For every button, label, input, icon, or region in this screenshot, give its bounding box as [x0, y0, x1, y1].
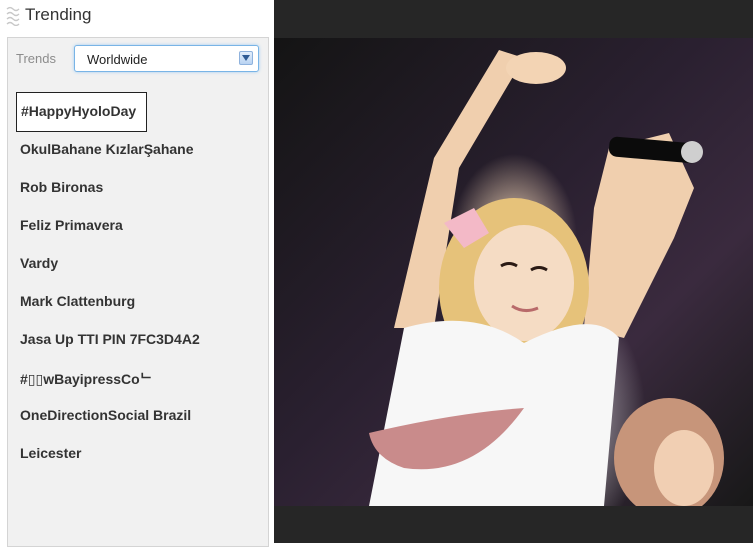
trends-label: Trends: [16, 51, 56, 66]
trend-item[interactable]: Rob Bironas: [20, 179, 103, 195]
trend-item[interactable]: Leicester: [20, 445, 81, 461]
location-select[interactable]: Worldwide: [74, 45, 259, 72]
grip-icon[interactable]: [6, 6, 20, 26]
chevron-down-icon: [242, 55, 250, 61]
trend-item[interactable]: Vardy: [20, 255, 58, 271]
trend-item[interactable]: #▯▯wBayipressCoᄂ: [20, 369, 153, 389]
photo-illustration: [369, 50, 724, 506]
dropdown-button[interactable]: [239, 51, 253, 65]
trends-box: Trends Worldwide #HappyHyoloDay OkulBaha…: [7, 37, 269, 547]
trend-item[interactable]: Feliz Primavera: [20, 217, 123, 233]
trend-item[interactable]: OneDirectionSocial Brazil: [20, 407, 191, 423]
trend-item-selected[interactable]: #HappyHyoloDay: [16, 92, 147, 132]
photo-viewer: [274, 0, 753, 543]
location-value: Worldwide: [87, 52, 148, 67]
trending-panel: Trending Trends Worldwide #HappyHyoloDay…: [0, 0, 274, 547]
panel-header: Trending: [0, 0, 274, 34]
trend-item[interactable]: Jasa Up TTI PIN 7FC3D4A2: [20, 331, 200, 347]
trend-item[interactable]: Mark Clattenburg: [20, 293, 135, 309]
trend-item[interactable]: OkulBahane KızlarŞahane: [20, 141, 194, 157]
photo-image[interactable]: [274, 38, 753, 506]
panel-title: Trending: [25, 5, 92, 24]
